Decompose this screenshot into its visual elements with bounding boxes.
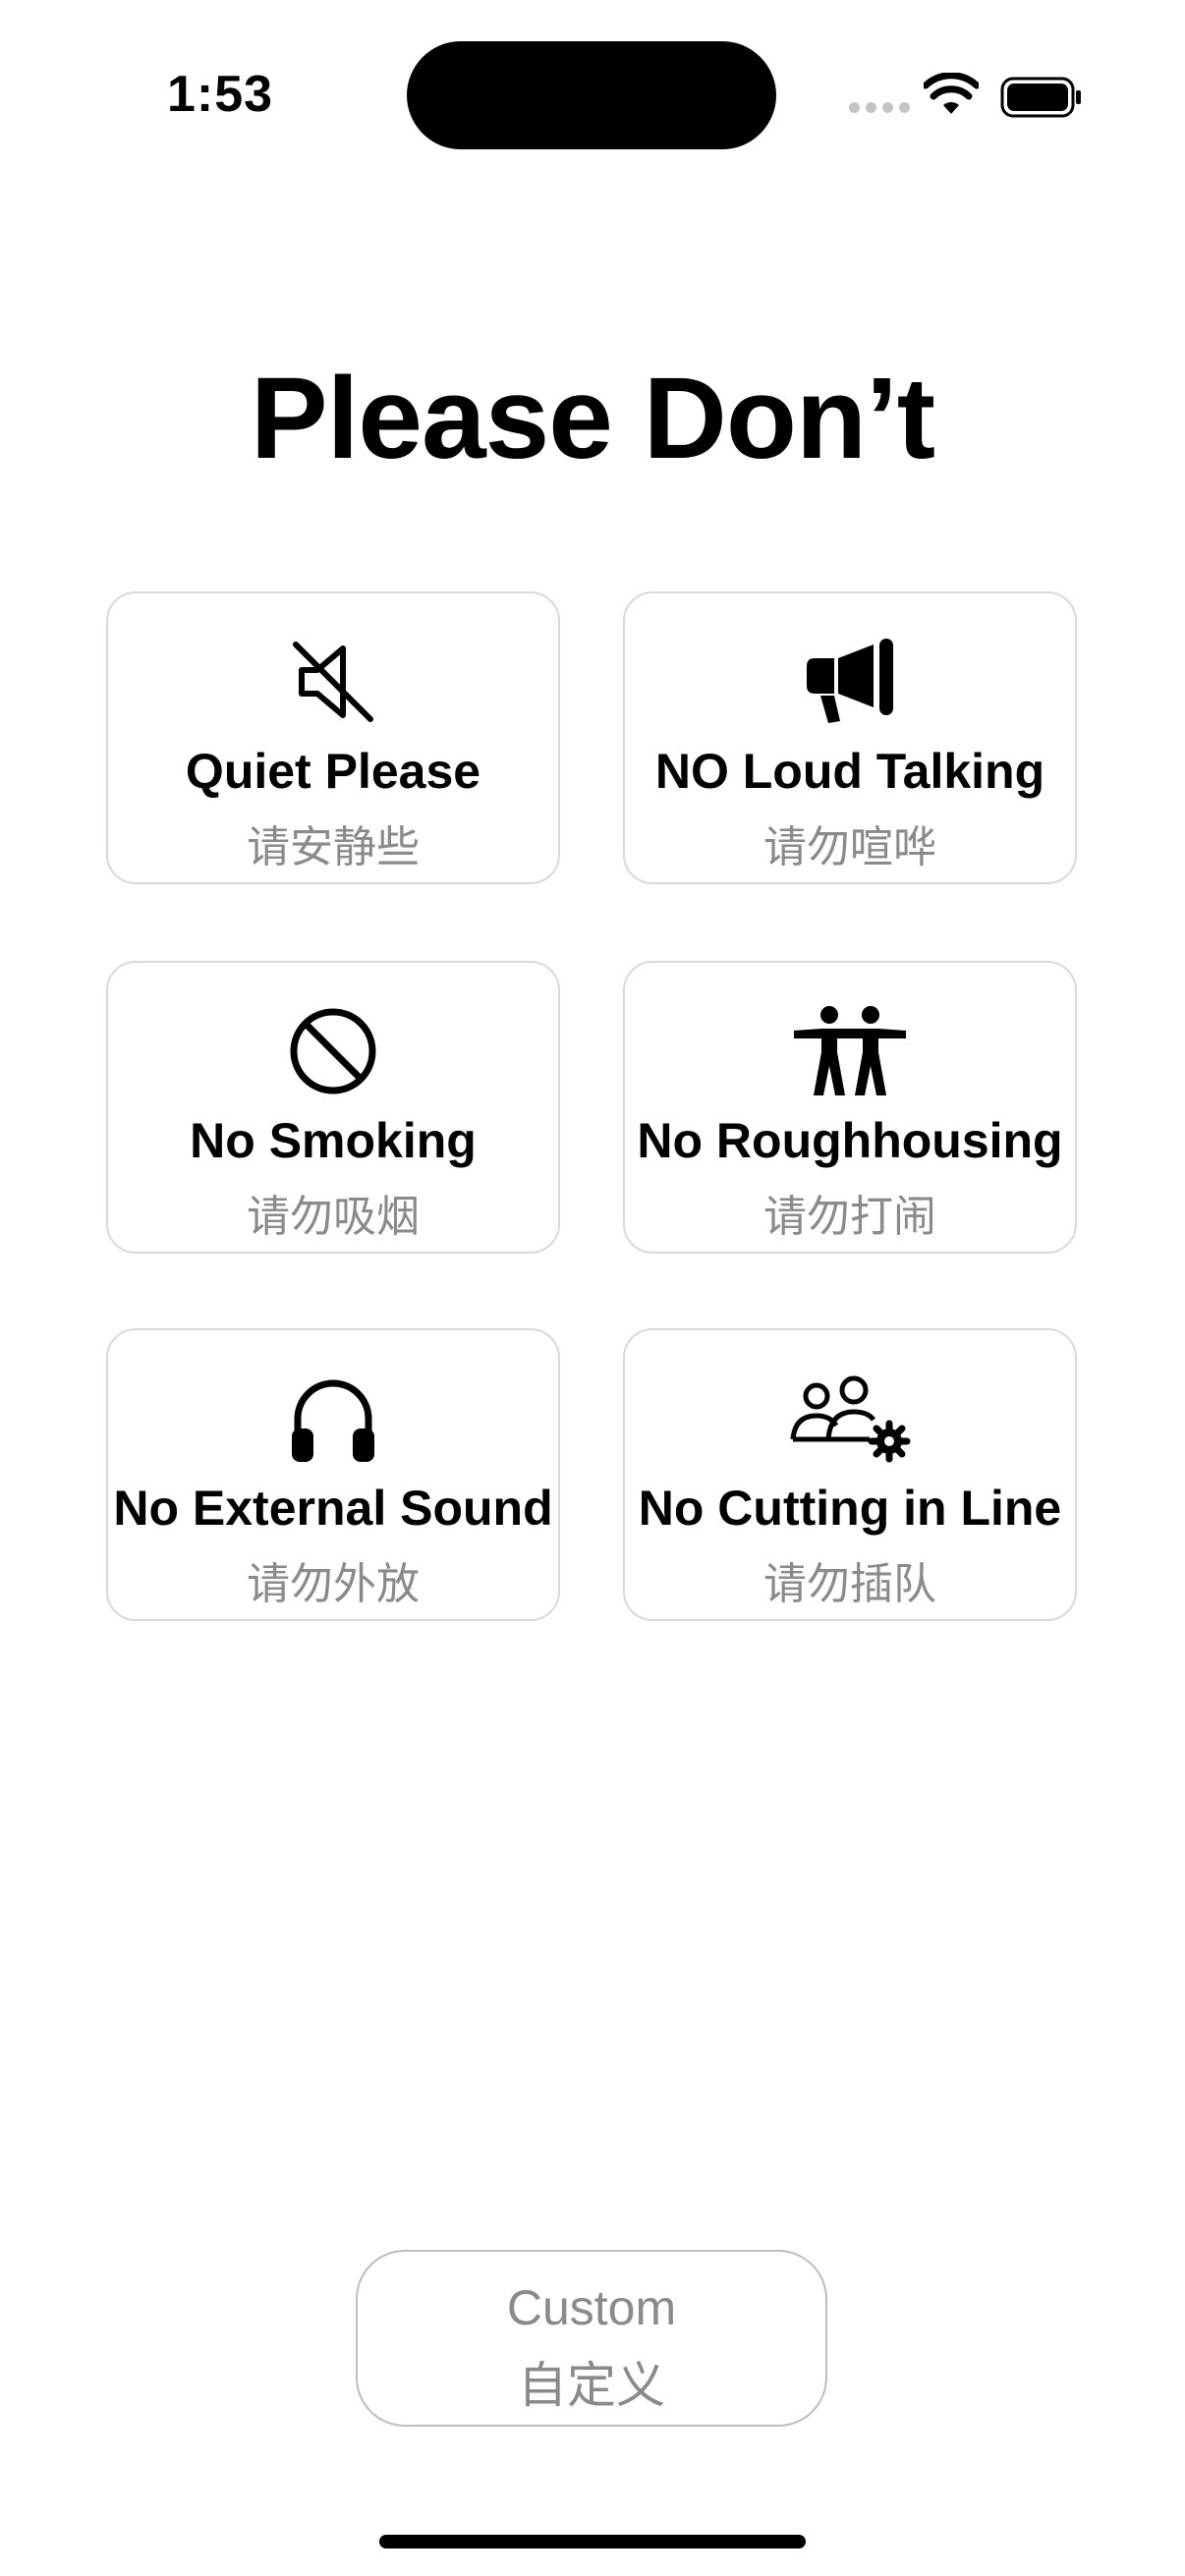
custom-button[interactable]: Custom 自定义 <box>356 2250 827 2427</box>
card-label-zh: 请勿打闹 <box>763 1193 936 1241</box>
card-label-zh: 请勿插队 <box>763 1560 936 1608</box>
prohibited-icon <box>108 1004 558 1098</box>
custom-button-label-en: Custom <box>506 2280 677 2335</box>
people-queue-gear-icon <box>625 1372 1075 1466</box>
speaker-slash-icon <box>108 635 558 729</box>
card-label-zh: 请勿吸烟 <box>247 1193 420 1241</box>
headphones-icon <box>108 1372 558 1466</box>
card-label-en: NO Loud Talking <box>654 744 1045 799</box>
card-quiet-please[interactable]: Quiet Please 请安静些 <box>106 591 560 884</box>
card-no-cutting-in-line[interactable]: No Cutting in Line 请勿插队 <box>623 1328 1077 1621</box>
card-label-zh: 请勿喧哗 <box>763 823 936 871</box>
card-label-en: No Smoking <box>190 1113 477 1168</box>
custom-button-label-zh: 自定义 <box>518 2358 665 2413</box>
two-people-arms-out-icon <box>625 1004 1075 1098</box>
home-indicator[interactable] <box>379 2535 806 2548</box>
card-no-roughhousing[interactable]: No Roughhousing 请勿打闹 <box>623 961 1077 1254</box>
wifi-icon <box>924 73 979 114</box>
card-label-en: No Roughhousing <box>637 1113 1063 1168</box>
card-label-en: No Cutting in Line <box>638 1481 1062 1536</box>
card-no-smoking[interactable]: No Smoking 请勿吸烟 <box>106 961 560 1254</box>
card-no-external-sound[interactable]: No External Sound 请勿外放 <box>106 1328 560 1621</box>
status-time: 1:53 <box>167 66 274 123</box>
dynamic-island <box>407 41 776 149</box>
card-label-en: Quiet Please <box>185 744 481 799</box>
page-title: Please Don’t <box>250 354 935 483</box>
card-no-loud-talking[interactable]: NO Loud Talking 请勿喧哗 <box>623 591 1077 884</box>
card-label-zh: 请安静些 <box>247 823 420 871</box>
cellular-signal-icon <box>849 102 910 113</box>
megaphone-icon <box>625 635 1075 729</box>
card-label-zh: 请勿外放 <box>247 1560 420 1608</box>
battery-icon <box>1000 77 1081 118</box>
card-label-en: No External Sound <box>113 1481 553 1536</box>
